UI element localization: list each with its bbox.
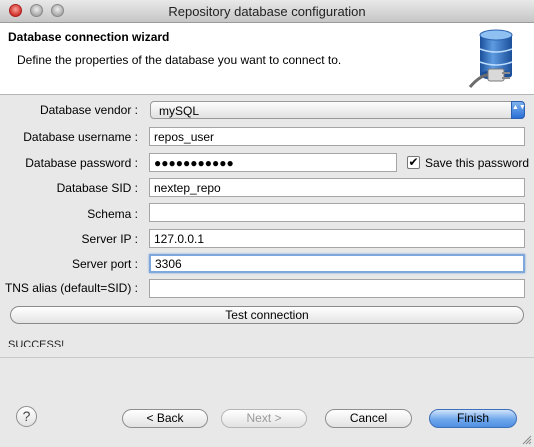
test-connection-button[interactable]: Test connection bbox=[10, 306, 524, 324]
sid-label: Database SID : bbox=[56, 181, 138, 195]
resize-grip-icon[interactable] bbox=[522, 435, 532, 445]
footer-divider bbox=[0, 357, 534, 358]
save-password-label: Save this password bbox=[425, 156, 530, 170]
wizard-title: Database connection wizard bbox=[8, 30, 170, 44]
server-port-input[interactable] bbox=[149, 254, 525, 273]
cancel-button[interactable]: Cancel bbox=[325, 409, 412, 428]
connection-status-text: SUCCESS! bbox=[8, 339, 65, 347]
wizard-header: Database connection wizard Define the pr… bbox=[0, 23, 534, 95]
finish-button[interactable]: Finish bbox=[429, 409, 517, 428]
save-password-checkbox[interactable]: ✔ bbox=[407, 156, 420, 169]
password-label: Database password : bbox=[25, 156, 138, 170]
help-icon[interactable]: ? bbox=[16, 406, 37, 427]
password-input[interactable] bbox=[149, 153, 397, 172]
database-connection-icon bbox=[468, 29, 513, 88]
back-button[interactable]: < Back bbox=[122, 409, 208, 428]
vendor-selected-value: mySQL bbox=[159, 104, 200, 118]
server-ip-label: Server IP : bbox=[81, 232, 138, 246]
title-bar: Repository database configuration bbox=[0, 0, 534, 23]
username-input[interactable] bbox=[149, 127, 525, 146]
wizard-description: Define the properties of the database yo… bbox=[17, 53, 342, 67]
username-label: Database username : bbox=[23, 130, 138, 144]
sid-input[interactable] bbox=[149, 178, 525, 197]
repository-db-config-window: Repository database configuration Databa… bbox=[0, 0, 534, 447]
window-title: Repository database configuration bbox=[168, 4, 366, 19]
tns-alias-label: TNS alias (default=SID) : bbox=[4, 281, 138, 295]
vendor-label: Database vendor : bbox=[39, 103, 138, 117]
next-button[interactable]: Next > bbox=[221, 409, 307, 428]
server-ip-input[interactable] bbox=[149, 229, 525, 248]
vendor-select[interactable]: mySQL ▲▼ bbox=[150, 101, 526, 119]
schema-input[interactable] bbox=[149, 203, 525, 222]
server-port-label: Server port : bbox=[71, 257, 138, 271]
select-arrows-icon: ▲▼ bbox=[511, 101, 526, 119]
tns-alias-input[interactable] bbox=[149, 279, 525, 298]
schema-label: Schema : bbox=[87, 207, 138, 221]
